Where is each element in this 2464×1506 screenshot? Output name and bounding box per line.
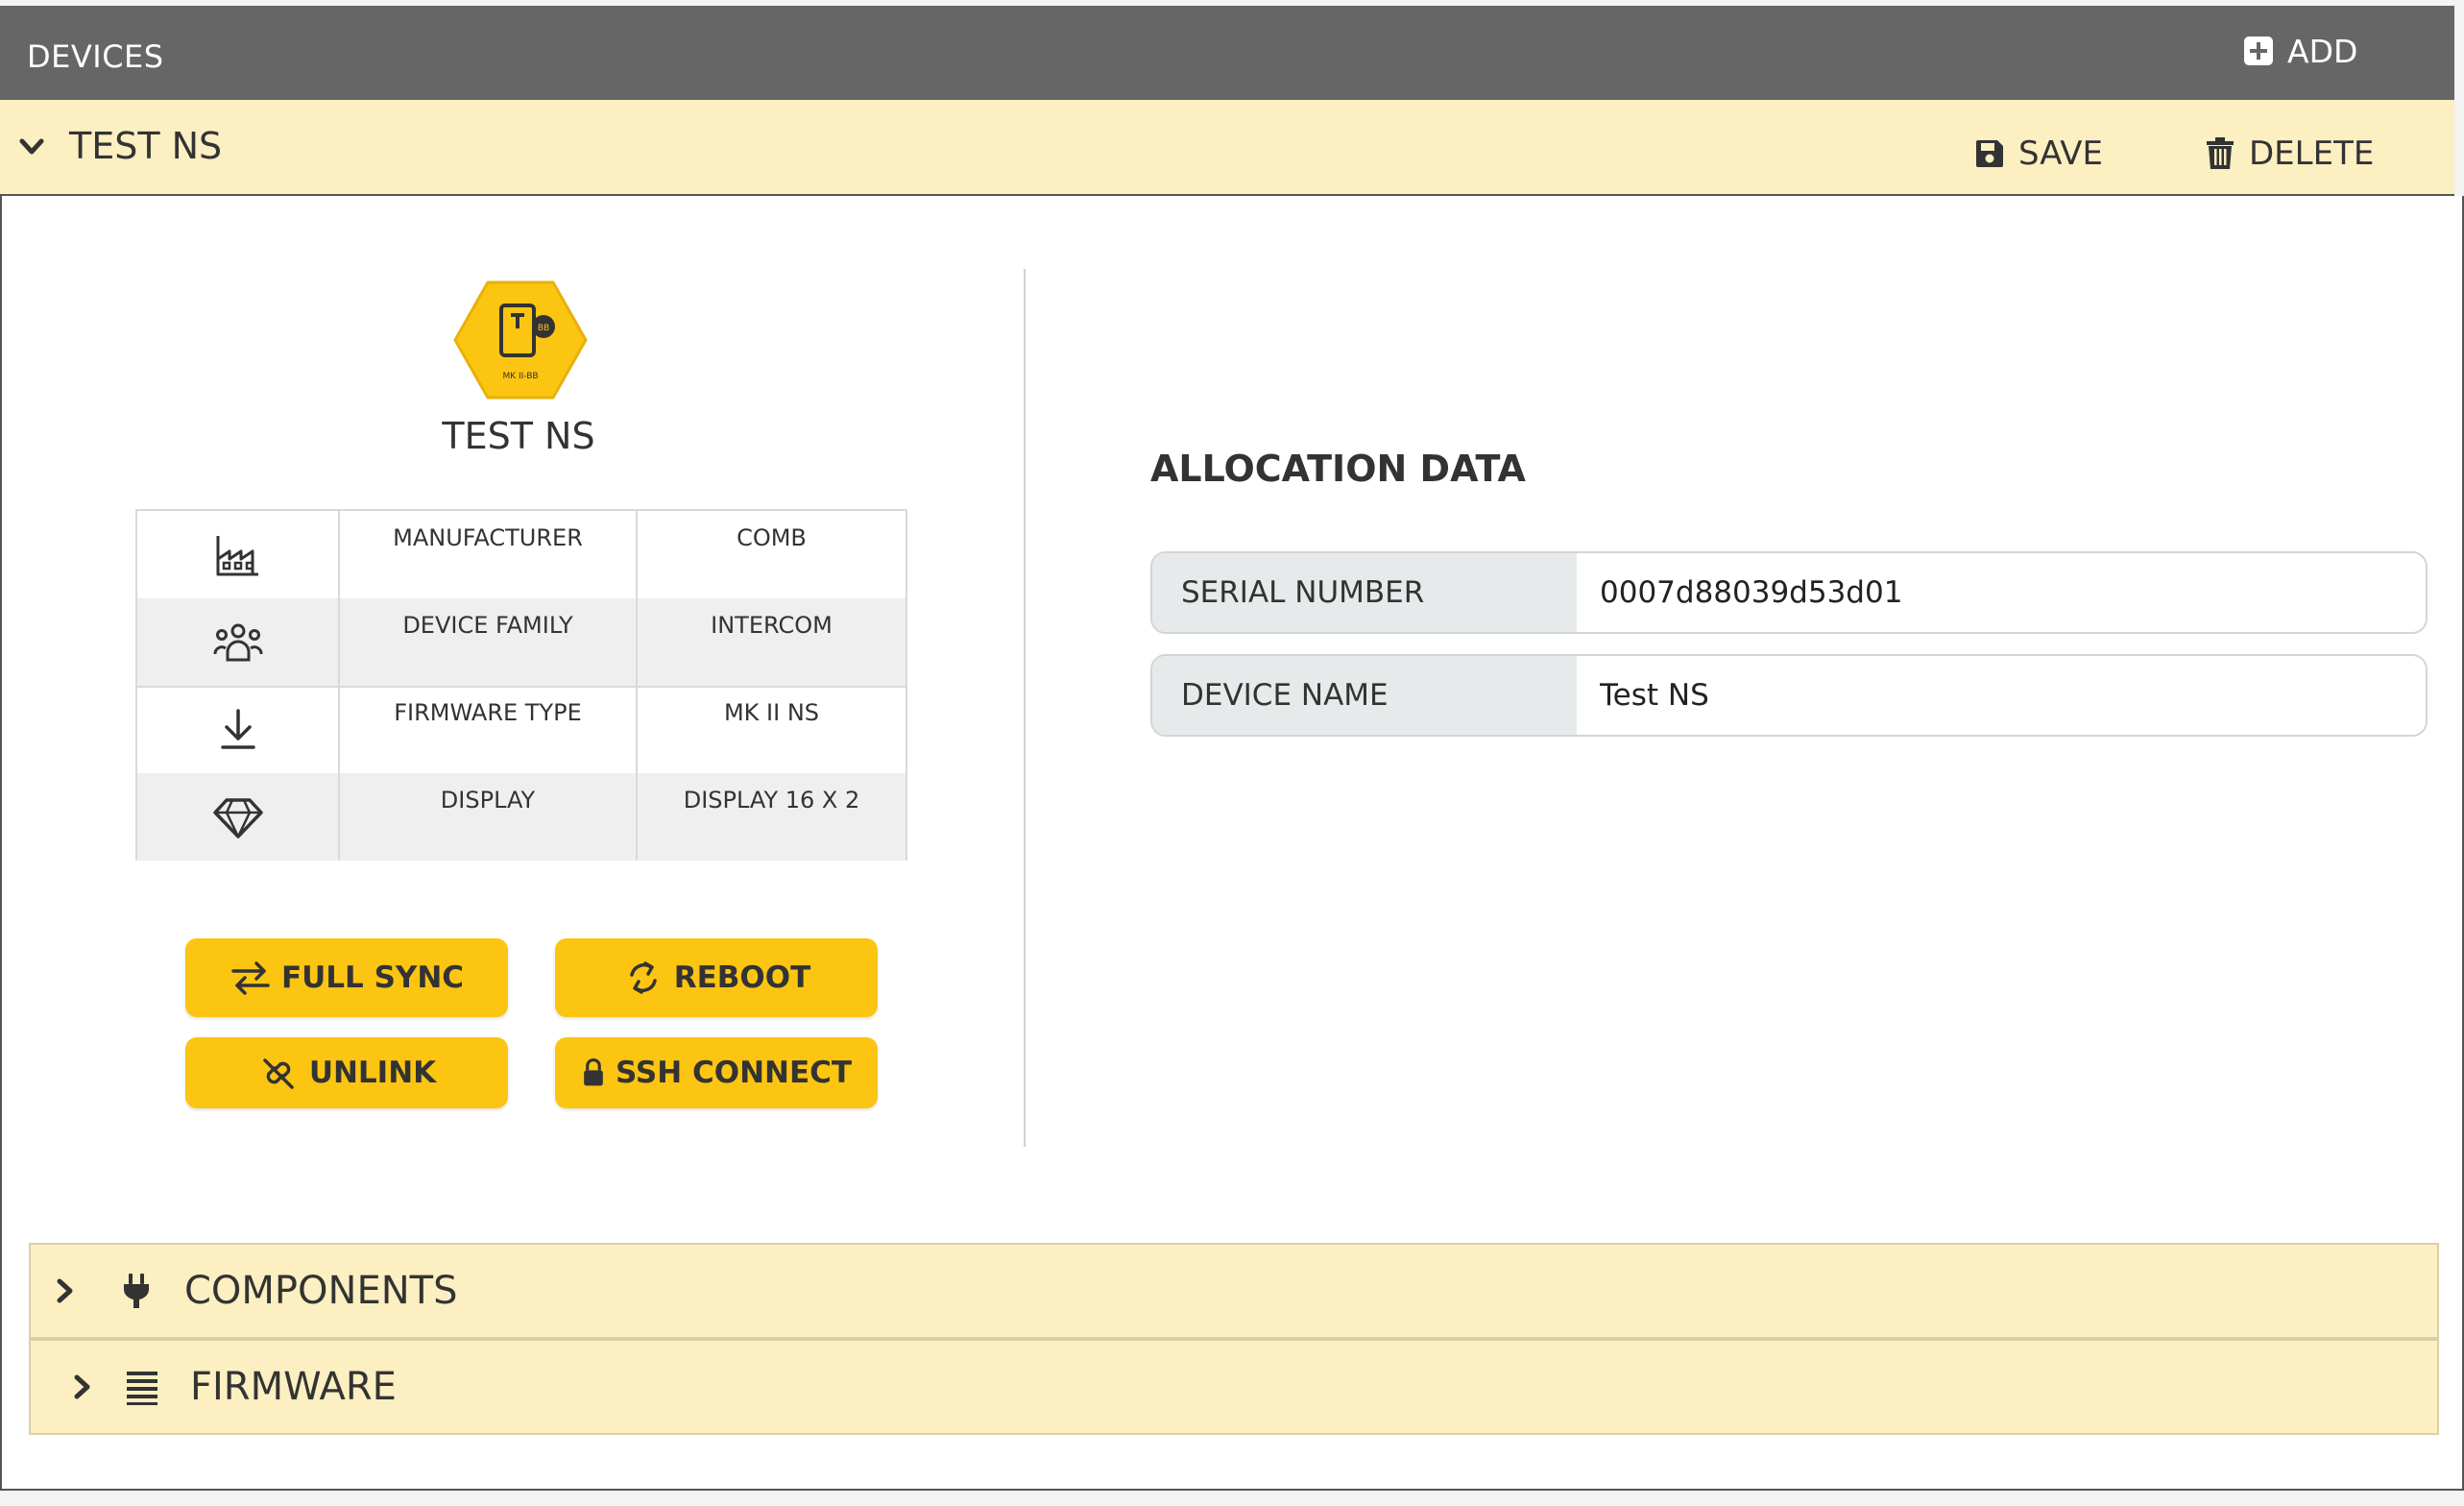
serial-number-field: SERIAL NUMBER <box>1150 551 2428 634</box>
panel-divider <box>1024 269 1026 1147</box>
spec-key: MANUFACTURER <box>340 511 638 598</box>
spec-key: FIRMWARE TYPE <box>340 686 638 773</box>
add-button[interactable]: ADD <box>2243 29 2357 73</box>
chevron-down-icon[interactable] <box>17 133 46 161</box>
components-section[interactable]: COMPONENTS <box>29 1243 2439 1339</box>
device-bar-title: TEST NS <box>69 125 223 167</box>
device-name-label: DEVICE NAME <box>1152 656 1577 735</box>
spec-row-firmware-type: FIRMWARE TYPE MK II NS <box>137 686 906 775</box>
device-badge-text: MK II-BB <box>502 372 538 381</box>
page-title: DEVICES <box>27 38 164 75</box>
svg-text:BB: BB <box>538 324 549 333</box>
spec-value: COMB <box>737 524 807 551</box>
device-name-field: DEVICE NAME <box>1150 654 2428 737</box>
serial-number-label: SERIAL NUMBER <box>1152 553 1577 632</box>
list-icon <box>127 1372 157 1405</box>
devices-header <box>0 6 2454 100</box>
floppy-disk-icon <box>1976 140 2003 167</box>
save-button[interactable]: SAVE <box>1974 134 2103 173</box>
full-sync-button[interactable]: FULL SYNC <box>185 938 508 1017</box>
allocation-title: ALLOCATION DATA <box>1150 448 1526 490</box>
unlink-label: UNLINK <box>308 1056 437 1090</box>
spec-value: INTERCOM <box>711 612 833 639</box>
plug-icon <box>124 1274 149 1308</box>
arrows-exchange-icon <box>231 961 270 995</box>
plus-square-icon <box>2244 36 2273 65</box>
diamond-icon <box>212 797 263 838</box>
full-sync-label: FULL SYNC <box>280 960 465 995</box>
device-name: TEST NS <box>442 415 595 457</box>
delete-button[interactable]: DELETE <box>2205 134 2374 173</box>
spec-value: DISPLAY 16 X 2 <box>683 787 860 814</box>
delete-label: DELETE <box>2249 134 2375 173</box>
reboot-button[interactable]: REBOOT <box>555 938 878 1017</box>
spec-key: DEVICE FAMILY <box>340 598 638 686</box>
ssh-connect-label: SSH CONNECT <box>615 1056 853 1090</box>
device-hexagon-icon: BB MK II-BB <box>453 280 588 400</box>
spec-row-display: DISPLAY DISPLAY 16 X 2 <box>137 773 906 861</box>
spec-key: DISPLAY <box>340 773 638 861</box>
unlink-icon <box>263 1058 294 1089</box>
users-icon <box>213 623 262 661</box>
firmware-section[interactable]: FIRMWARE <box>29 1339 2439 1435</box>
trash-icon <box>2207 137 2234 169</box>
components-label: COMPONENTS <box>184 1269 458 1313</box>
unlink-button[interactable]: UNLINK <box>185 1037 508 1108</box>
factory-icon <box>216 535 258 575</box>
serial-number-input[interactable] <box>1577 553 2426 632</box>
reboot-label: REBOOT <box>673 960 811 995</box>
download-icon <box>220 708 255 749</box>
firmware-label: FIRMWARE <box>190 1365 397 1409</box>
refresh-icon <box>629 961 657 994</box>
spec-value: MK II NS <box>723 699 820 726</box>
ssh-connect-button[interactable]: SSH CONNECT <box>555 1037 878 1108</box>
device-name-input[interactable] <box>1577 656 2426 735</box>
lock-icon <box>584 1058 603 1086</box>
add-label: ADD <box>2287 32 2358 70</box>
spec-row-device-family: DEVICE FAMILY INTERCOM <box>137 598 906 688</box>
save-label: SAVE <box>2018 134 2104 173</box>
chevron-right-icon <box>57 1278 73 1303</box>
chevron-right-icon <box>74 1374 90 1399</box>
device-spec-table: MANUFACTURER COMB DEVICE FAMILY INTERCOM… <box>135 509 907 861</box>
spec-row-manufacturer: MANUFACTURER COMB <box>137 511 906 600</box>
